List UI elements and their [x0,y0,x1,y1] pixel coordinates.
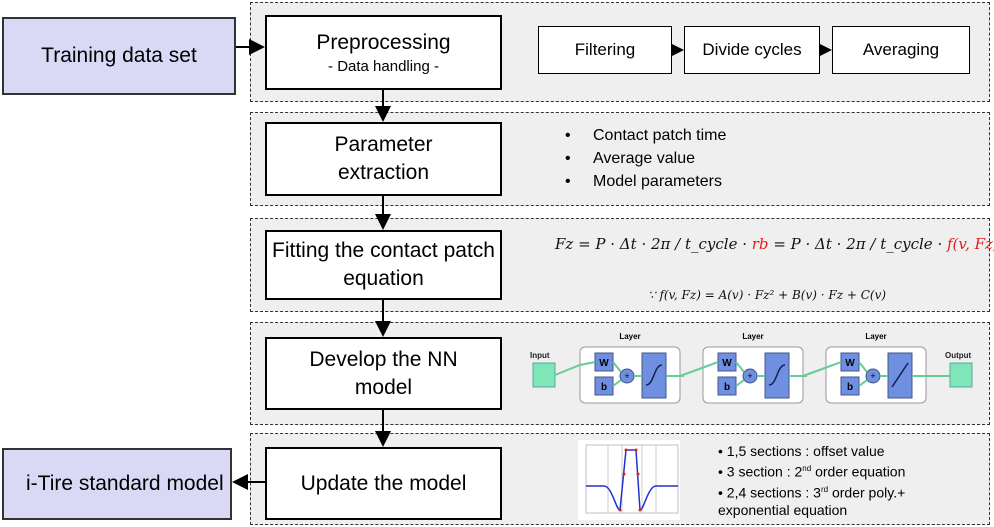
nn-bias-label: b [724,382,730,393]
output-model-box: i-Tire standard model [2,448,232,520]
training-label: Training data set [41,44,197,67]
step-parameter-extraction: Parameter extraction [265,122,502,196]
update-notes: • 1,5 sections : offset value • 3 sectio… [718,442,905,519]
nn-input-node [532,362,556,388]
equation-rb: rb [751,235,769,253]
update-note: exponential equation [718,502,848,519]
substep-label: Divide cycles [702,40,802,59]
step-title: Parameter extraction [334,133,433,184]
nn-diagram: Input Output Layer Wb + Layer Wb + Layer Wb + [530,332,973,404]
nn-layer: Layer Wb + [825,332,930,404]
output-label: i-Tire standard model [26,472,224,495]
nn-weight-label: W [722,358,732,369]
nn-layer-label: Layer [742,332,763,341]
nn-layer: Layer Wb + [579,332,684,404]
update-note: • 3 section : 2nd order equation [718,463,906,480]
step-title: Update the model [300,471,467,495]
substep-label: Averaging [862,40,940,59]
because-equation: ∵ f(v, Fz) = A(v) · Fz² + B(v) · Fz + C(… [648,288,887,302]
equation-mid: = P · Δt · 2π / t_cycle · [768,235,947,253]
step-develop-nn: Develop the NN model [265,337,502,410]
parameter-item: Contact patch time [565,124,726,147]
contact-patch-equation: Fz = P · Δt · 2π / t_cycle · rb = P · Δt… [555,235,994,253]
equation-lhs: Fz = P · Δt · 2π / t_cycle · [555,235,752,253]
flowchart: Training data set i-Tire standard model … [0,0,994,527]
nn-sum-label: + [624,371,629,381]
nn-bias-label: b [601,382,607,393]
step-title: Preprocessing [316,30,451,54]
nn-sum-label: + [747,371,752,381]
nn-layer-label: Layer [865,332,886,341]
nn-sum-label: + [870,371,875,381]
step-subtitle: - Data handling - [328,57,439,75]
nn-layer: Layer Wb + [702,332,807,404]
equation-f: f(v, Fz) [947,235,994,253]
parameter-list: Contact patch time Average value Model p… [565,124,726,193]
parameter-item: Model parameters [565,170,726,193]
step-preprocessing: Preprocessing - Data handling - [265,15,502,90]
substep-label: Filtering [574,40,636,59]
training-data-box: Training data set [2,17,236,95]
nn-output-label: Output [945,351,972,360]
nn-output-node [949,362,973,388]
step-title: Develop the NN model [309,347,458,399]
nn-bias-label: b [847,382,853,393]
nn-layer-label: Layer [619,332,640,341]
parameter-item: Average value [565,147,726,170]
nn-weight-label: W [599,358,609,369]
substep-filtering: Filtering [538,26,672,74]
step-title: Fitting the contact patch equation [272,239,495,290]
substep-divide-cycles: Divide cycles [684,26,820,74]
section-plot-thumbnail [578,440,680,520]
update-note: • 1,5 sections : offset value [718,443,885,459]
substep-averaging: Averaging [832,26,970,74]
step-update-model: Update the model [265,447,502,520]
plot-background [578,440,680,520]
update-note: • 2,4 sections : 3rd order poly.+ [718,484,906,501]
nn-weight-label: W [845,358,855,369]
nn-input-label: Input [530,351,550,360]
step-fitting: Fitting the contact patch equation [265,230,502,300]
